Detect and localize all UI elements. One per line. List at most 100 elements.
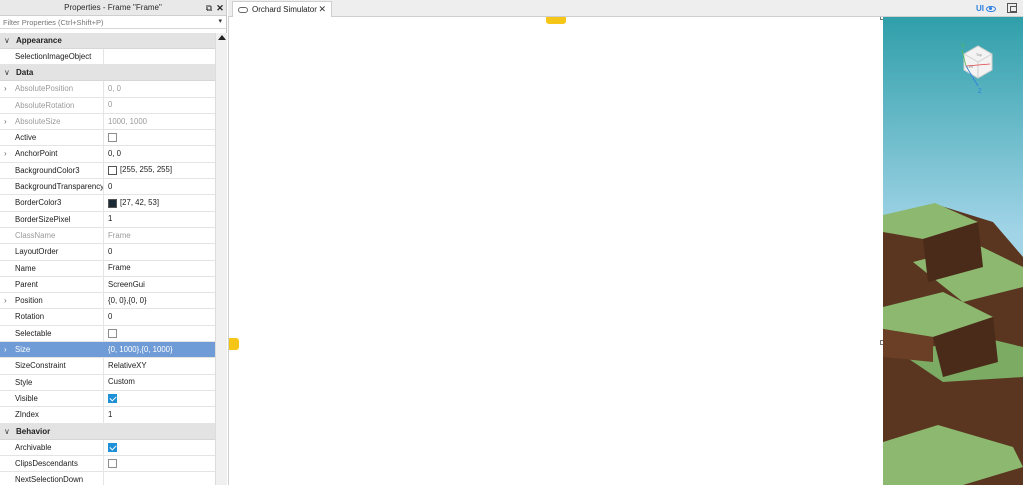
property-value[interactable]: [255, 255, 255] xyxy=(120,162,172,178)
property-value[interactable]: {0, 1000},{0, 1000} xyxy=(108,342,173,357)
close-tab-icon[interactable]: ✕ xyxy=(318,4,326,15)
property-row-size[interactable]: › Size {0, 1000},{0, 1000} xyxy=(0,342,215,359)
property-row-style[interactable]: Style Custom xyxy=(0,374,215,391)
section-label: Behavior xyxy=(16,426,51,436)
property-value[interactable]: Frame xyxy=(108,261,131,276)
property-value: 0, 0 xyxy=(108,83,122,93)
filter-properties-input[interactable] xyxy=(0,16,226,28)
property-row-selectionimageobject[interactable]: SelectionImageObject xyxy=(0,49,215,66)
property-row-parent[interactable]: Parent ScreenGui xyxy=(0,276,215,294)
property-row-bordersizepixel[interactable]: BorderSizePixel 1 xyxy=(0,211,215,228)
property-value[interactable]: ScreenGui xyxy=(108,277,145,292)
ui-toggle-label: UI xyxy=(976,4,984,13)
property-value[interactable]: 0 xyxy=(108,244,112,259)
eye-icon xyxy=(986,5,996,12)
view-cube-label: Left xyxy=(967,65,973,69)
close-icon[interactable]: ✕ xyxy=(215,0,225,16)
property-grid-scrollbar[interactable] xyxy=(215,33,227,485)
property-row-backgroundcolor3[interactable]: BackgroundColor3 [255, 255, 255] xyxy=(0,162,215,180)
property-row-selectable[interactable]: Selectable xyxy=(0,325,215,343)
expand-chevron-icon[interactable]: › xyxy=(4,293,7,309)
panel-title: Properties - Frame "Frame" xyxy=(64,3,162,12)
property-value[interactable]: [27, 42, 53] xyxy=(120,195,159,211)
property-value[interactable]: 1 xyxy=(108,407,112,422)
property-row-bordercolor3[interactable]: BorderColor3 [27, 42, 53] xyxy=(0,195,215,212)
chevron-down-icon[interactable]: ∨ xyxy=(4,65,10,80)
clipsdescendants-checkbox[interactable] xyxy=(108,458,117,468)
property-row-visible[interactable]: Visible xyxy=(0,390,215,408)
expand-chevron-icon[interactable]: › xyxy=(4,81,7,97)
property-row-clipsdescendants[interactable]: ClipsDescendants xyxy=(0,455,215,473)
property-name: SelectionImageObject xyxy=(15,49,104,65)
property-name: Name xyxy=(15,260,104,276)
filter-bar: ▾ xyxy=(0,16,226,29)
property-row-active[interactable]: Active xyxy=(0,130,215,147)
archivable-checkbox[interactable] xyxy=(108,442,117,452)
property-name: Style xyxy=(15,374,104,390)
property-row-zindex[interactable]: ZIndex 1 xyxy=(0,407,215,424)
filter-dropdown-icon[interactable]: ▾ xyxy=(218,17,222,25)
property-value[interactable]: {0, 0},{0, 0} xyxy=(108,293,147,308)
property-value[interactable]: 1 xyxy=(108,212,112,227)
property-value[interactable]: 0, 0 xyxy=(108,146,121,161)
property-name: AbsolutePosition xyxy=(15,81,104,97)
property-name: Selectable xyxy=(15,325,104,342)
section-appearance[interactable]: ∨ Appearance xyxy=(0,33,215,49)
property-row-anchorpoint[interactable]: › AnchorPoint 0, 0 xyxy=(0,146,215,163)
scroll-up-icon[interactable] xyxy=(218,35,226,40)
property-value: 1000, 1000 xyxy=(108,116,148,126)
section-behavior[interactable]: ∨ Behavior xyxy=(0,423,215,440)
restore-window-icon[interactable] xyxy=(1007,3,1017,13)
property-row-sizeconstraint[interactable]: SizeConstraint RelativeXY xyxy=(0,358,215,375)
tab-orchard-simulator[interactable]: Orchard Simulator ✕ xyxy=(232,1,332,17)
property-row-absoluteposition[interactable]: › AbsolutePosition 0, 0 xyxy=(0,81,215,98)
property-row-archivable[interactable]: Archivable xyxy=(0,439,215,456)
scene-render: Y Z Left Top xyxy=(883,17,1023,485)
property-row-nextselectiondown[interactable]: NextSelectionDown xyxy=(0,472,215,485)
active-checkbox[interactable] xyxy=(108,133,117,143)
section-label: Data xyxy=(16,68,34,78)
visible-checkbox[interactable] xyxy=(108,394,117,404)
property-value[interactable]: Custom xyxy=(108,375,135,390)
property-value[interactable]: RelativeXY xyxy=(108,358,147,373)
view-cube-label: Y xyxy=(961,44,965,50)
color-swatch[interactable] xyxy=(108,198,117,208)
property-name: BorderColor3 xyxy=(15,195,104,211)
property-row-position[interactable]: › Position {0, 0},{0, 0} xyxy=(0,293,215,310)
property-name: ClassName xyxy=(15,227,104,244)
property-value[interactable]: 0 xyxy=(108,179,112,194)
property-name: AbsoluteRotation xyxy=(15,97,104,113)
property-row-absoluterotation[interactable]: AbsoluteRotation 0 xyxy=(0,97,215,114)
property-name: Visible xyxy=(15,390,104,407)
property-name: Archivable xyxy=(15,439,104,455)
resize-handle-left[interactable] xyxy=(229,338,239,350)
property-value: 0 xyxy=(108,100,113,110)
view-cube-label: Z xyxy=(978,89,982,95)
resize-handle-top[interactable] xyxy=(546,17,566,24)
property-name: LayoutOrder xyxy=(15,244,104,260)
property-row-backgroundtransparency[interactable]: BackgroundTransparency 0 xyxy=(0,179,215,196)
section-data[interactable]: ∨ Data xyxy=(0,65,215,82)
property-name: BackgroundColor3 xyxy=(15,162,104,179)
property-value[interactable]: 0 xyxy=(108,309,112,324)
expand-chevron-icon[interactable]: › xyxy=(4,342,7,358)
chevron-down-icon[interactable]: ∨ xyxy=(4,424,10,439)
expand-chevron-icon[interactable]: › xyxy=(4,146,7,162)
color-swatch[interactable] xyxy=(108,165,117,175)
property-name: BackgroundTransparency xyxy=(15,179,104,195)
property-row-absolutesize[interactable]: › AbsoluteSize 1000, 1000 xyxy=(0,113,215,131)
property-row-name[interactable]: Name Frame xyxy=(0,260,215,277)
pop-out-icon[interactable]: ⧉ xyxy=(204,0,214,16)
ui-visibility-toggle[interactable]: UI xyxy=(976,2,996,15)
property-value: Frame xyxy=(108,230,131,240)
chevron-down-icon[interactable]: ∨ xyxy=(4,33,10,48)
expand-chevron-icon[interactable]: › xyxy=(4,114,7,130)
property-row-classname[interactable]: ClassName Frame xyxy=(0,227,215,245)
property-name: BorderSizePixel xyxy=(15,211,104,227)
viewport[interactable]: Y Z Left Top xyxy=(228,17,1023,485)
property-row-layoutorder[interactable]: LayoutOrder 0 xyxy=(0,244,215,261)
selected-frame[interactable] xyxy=(228,17,883,485)
selectable-checkbox[interactable] xyxy=(108,328,117,338)
property-row-rotation[interactable]: Rotation 0 xyxy=(0,309,215,326)
game-scene[interactable]: Y Z Left Top xyxy=(883,17,1023,485)
